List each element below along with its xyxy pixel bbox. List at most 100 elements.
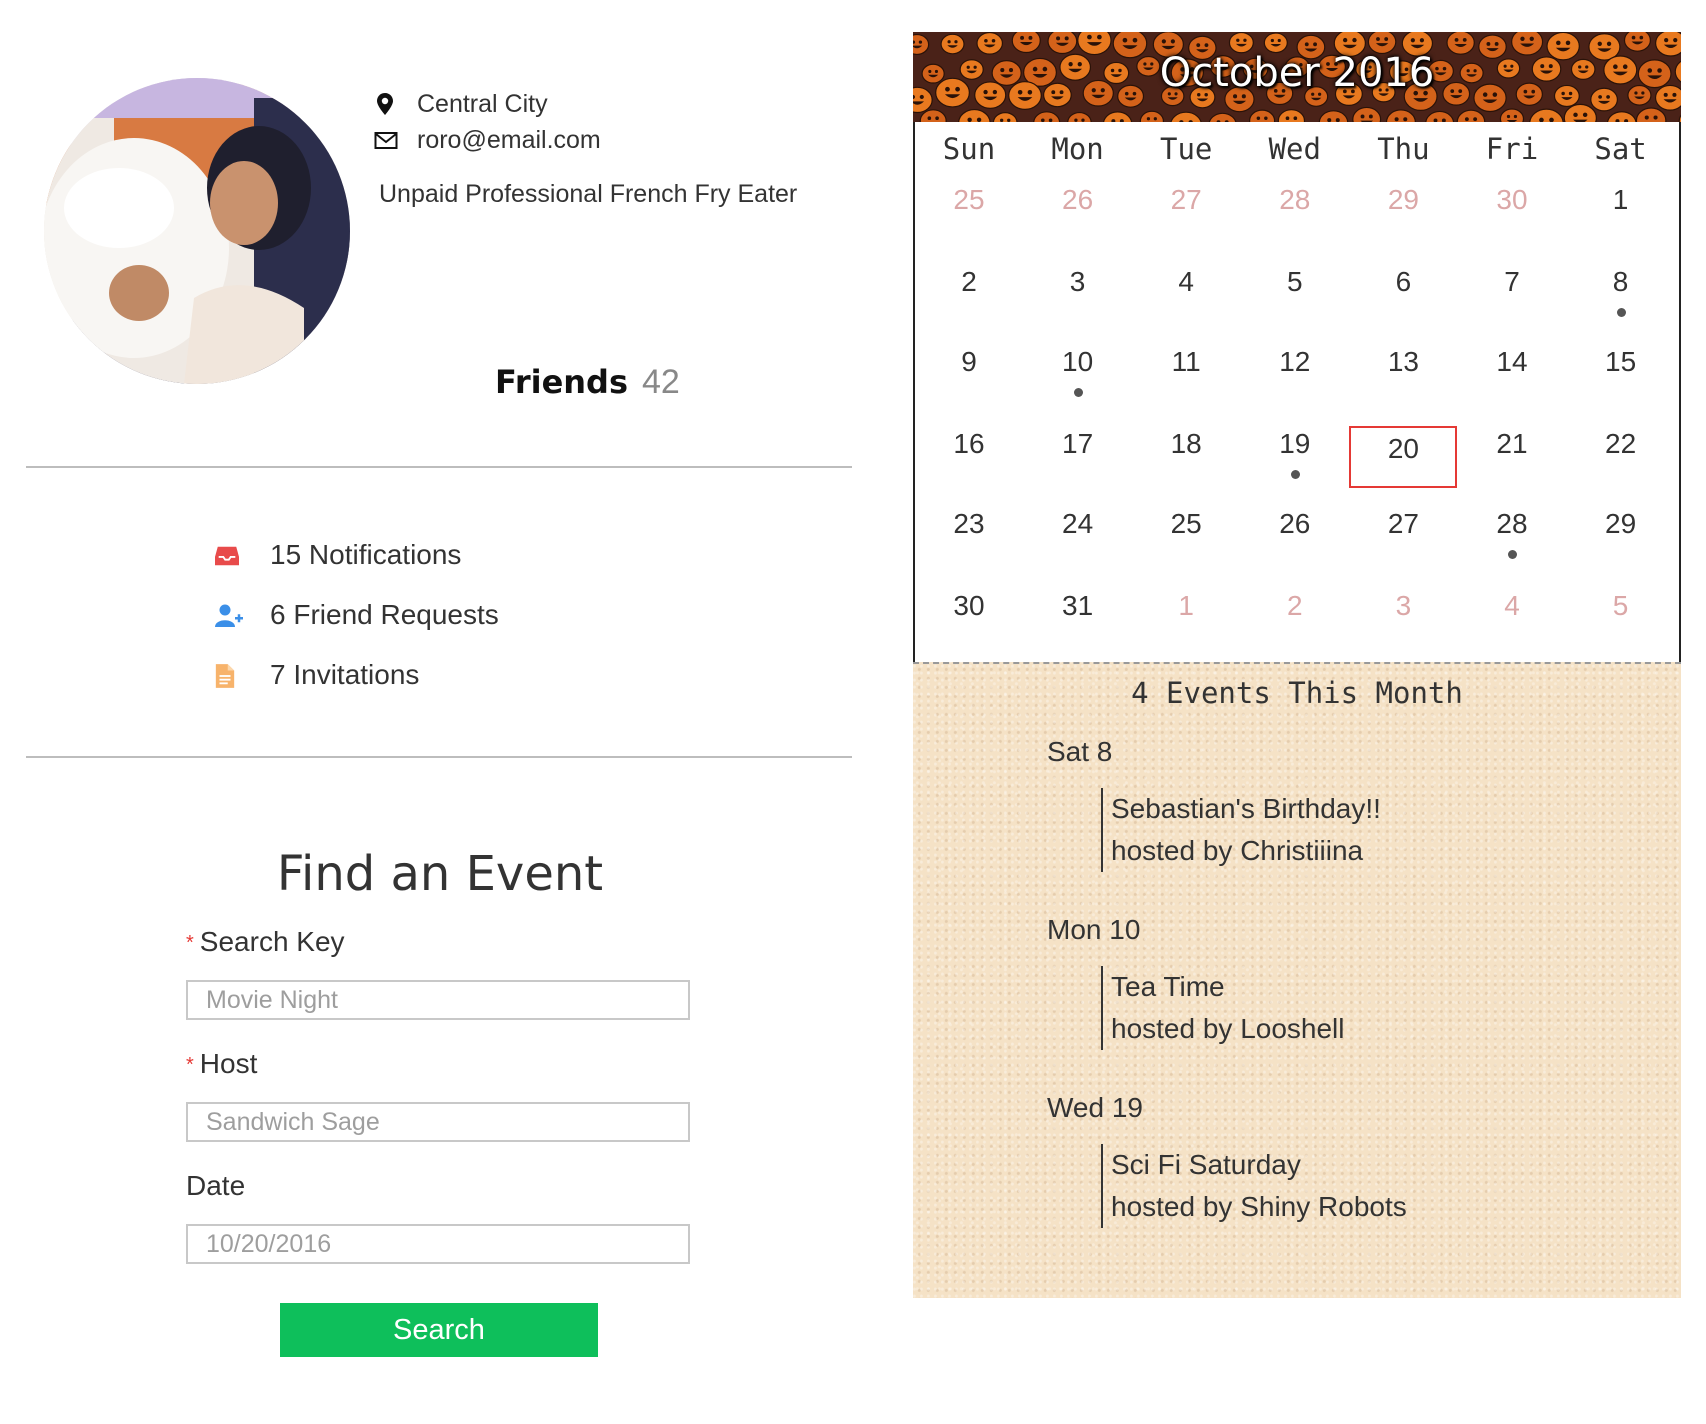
day-number: 4 — [1504, 590, 1520, 621]
event-host: hosted by Christiiina — [1111, 835, 1364, 866]
event-date: Mon 10 — [1047, 914, 1141, 945]
calendar-day[interactable]: 18 — [1132, 424, 1240, 486]
calendar-day[interactable]: 5 — [1567, 586, 1675, 648]
profile-bio: Unpaid Professional French Fry Eater — [379, 180, 798, 208]
day-number: 10 — [1062, 346, 1094, 377]
day-number: 2 — [1287, 590, 1303, 621]
event-host: hosted by Shiny Robots — [1111, 1191, 1407, 1222]
calendar: October 2016 Sun Mon Tue Wed Thu Fri Sat 25 26 27… — [913, 32, 1681, 1298]
profile-avatar — [44, 78, 350, 384]
calendar-day[interactable]: 10 — [1024, 342, 1132, 404]
calendar-day[interactable]: 12 — [1241, 342, 1349, 404]
calendar-header: October 2016 — [913, 32, 1681, 122]
day-number: 13 — [1387, 346, 1419, 377]
event-item[interactable]: Tea Time hosted by Looshell — [1101, 966, 1345, 1050]
calendar-day[interactable]: 9 — [915, 342, 1023, 404]
event-date: Sat 8 — [1047, 736, 1113, 767]
event-name: Tea Time — [1111, 971, 1225, 1002]
day-number: 26 — [1062, 184, 1094, 215]
day-number: 25 — [1170, 508, 1202, 539]
calendar-day[interactable]: 4 — [1458, 586, 1566, 648]
event-dot — [1508, 550, 1517, 559]
calendar-day[interactable]: 31 — [1024, 586, 1132, 648]
calendar-day[interactable]: 13 — [1349, 342, 1457, 404]
weekday-sun: Sun — [942, 132, 996, 166]
calendar-day[interactable]: 8 — [1567, 262, 1675, 324]
friend-requests-text: 6 Friend Requests — [270, 599, 499, 630]
calendar-day-today[interactable]: 20 — [1349, 426, 1458, 488]
day-number: 16 — [953, 428, 985, 459]
calendar-day[interactable]: 23 — [915, 504, 1023, 566]
calendar-day[interactable]: 3 — [1024, 262, 1132, 324]
friends-count: 42 — [642, 363, 680, 401]
calendar-day[interactable]: 14 — [1458, 342, 1566, 404]
calendar-day[interactable]: 4 — [1132, 262, 1240, 324]
calendar-day[interactable]: 5 — [1241, 262, 1349, 324]
event-dot — [1616, 308, 1626, 317]
calendar-day[interactable]: 17 — [1024, 424, 1132, 486]
event-dot — [1290, 470, 1300, 479]
calendar-day[interactable]: 30 — [915, 586, 1023, 648]
day-number: 12 — [1279, 346, 1311, 377]
day-number: 8 — [1612, 266, 1629, 297]
calendar-day[interactable]: 15 — [1567, 342, 1675, 404]
calendar-day[interactable]: 27 — [1132, 180, 1240, 242]
search-key-input[interactable] — [186, 980, 690, 1020]
calendar-day[interactable]: 21 — [1458, 424, 1566, 486]
day-number: 7 — [1504, 266, 1520, 297]
event-host: hosted by Looshell — [1111, 1013, 1345, 1044]
day-number: 15 — [1605, 346, 1637, 377]
day-number: 28 — [1496, 508, 1528, 539]
friends-summary[interactable]: Friends 42 — [495, 363, 680, 402]
day-number: 31 — [1062, 590, 1094, 621]
calendar-day[interactable]: 29 — [1567, 504, 1675, 566]
calendar-day[interactable]: 1 — [1567, 180, 1675, 242]
search-key-label: * Search Key — [186, 926, 345, 957]
event-name: Sebastian's Birthday!! — [1111, 793, 1381, 824]
events-count: 4 Events This Month — [1131, 676, 1463, 710]
calendar-day[interactable]: 22 — [1567, 424, 1675, 486]
calendar-day[interactable]: 25 — [1132, 504, 1240, 566]
day-number: 4 — [1178, 266, 1194, 297]
date-input[interactable] — [186, 1224, 690, 1264]
email-text[interactable]: roro@email.com — [417, 126, 601, 155]
day-number: 9 — [961, 346, 977, 377]
calendar-day[interactable]: 2 — [1241, 586, 1349, 648]
calendar-day[interactable]: 28 — [1241, 180, 1349, 242]
calendar-day[interactable]: 24 — [1024, 504, 1132, 566]
event-item[interactable]: Sci Fi Saturday hosted by Shiny Robots — [1101, 1144, 1407, 1228]
calendar-day[interactable]: 6 — [1349, 262, 1457, 324]
calendar-day[interactable]: 2 — [915, 262, 1023, 324]
calendar-day[interactable]: 25 — [915, 180, 1023, 242]
day-number: 29 — [1605, 508, 1637, 539]
day-number: 14 — [1496, 346, 1528, 377]
calendar-day[interactable]: 7 — [1458, 262, 1566, 324]
host-label: * Host — [186, 1048, 258, 1079]
required-mark: * — [186, 932, 194, 954]
calendar-day[interactable]: 1 — [1132, 586, 1240, 648]
day-number: 17 — [1062, 428, 1094, 459]
calendar-day[interactable]: 30 — [1458, 180, 1566, 242]
weekday-fri: Fri — [1485, 132, 1539, 166]
calendar-day[interactable]: 19 — [1241, 424, 1349, 486]
calendar-day[interactable]: 26 — [1241, 504, 1349, 566]
day-number: 11 — [1171, 346, 1201, 377]
event-dot — [1073, 388, 1083, 397]
calendar-day[interactable]: 11 — [1132, 342, 1240, 404]
calendar-title: October 2016 — [1159, 50, 1435, 96]
notifications-text: 15 Notifications — [270, 539, 462, 570]
calendar-day[interactable]: 16 — [915, 424, 1023, 486]
calendar-day[interactable]: 29 — [1349, 180, 1457, 242]
weekday-tue: Tue — [1159, 132, 1213, 166]
calendar-day[interactable]: 3 — [1349, 586, 1457, 648]
day-number: 6 — [1395, 266, 1412, 297]
event-item[interactable]: Sebastian's Birthday!! hosted by Christii… — [1101, 788, 1381, 872]
day-number: 1 — [1178, 590, 1194, 621]
calendar-day[interactable]: 26 — [1024, 180, 1132, 242]
search-button[interactable]: Search — [280, 1303, 598, 1357]
weekday-wed: Wed — [1268, 132, 1321, 166]
weekday-mon: Mon — [1051, 132, 1104, 166]
host-input[interactable] — [186, 1102, 690, 1142]
calendar-day[interactable]: 27 — [1349, 504, 1457, 566]
calendar-day[interactable]: 28 — [1458, 504, 1566, 566]
